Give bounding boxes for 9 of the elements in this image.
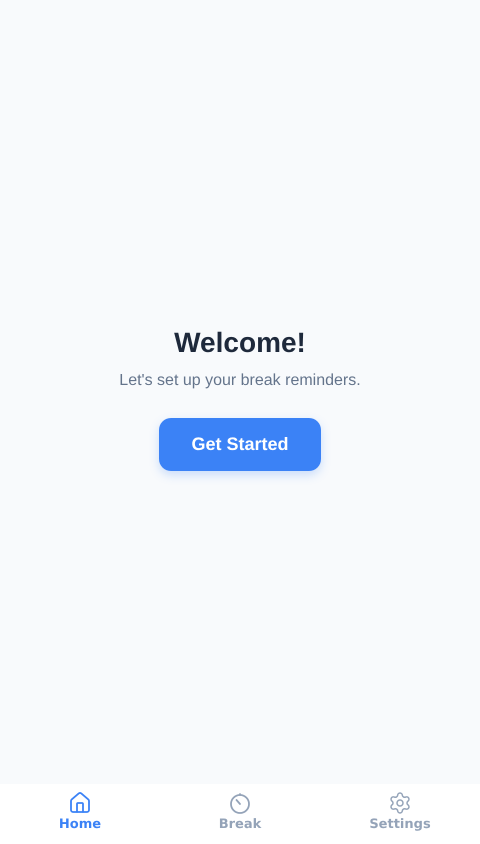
nav-tab[interactable]: Home: [0, 784, 160, 844]
welcome-title: Welcome!: [174, 327, 306, 359]
nav-tab[interactable]: Break: [160, 784, 320, 844]
get-started-button[interactable]: Get Started: [159, 418, 321, 471]
settings-icon: [388, 791, 412, 815]
home-icon: [68, 791, 92, 815]
welcome-subtitle: Let's set up your break reminders.: [119, 372, 361, 390]
nav-tab[interactable]: Settings: [320, 784, 480, 844]
timer-icon: [228, 791, 252, 815]
